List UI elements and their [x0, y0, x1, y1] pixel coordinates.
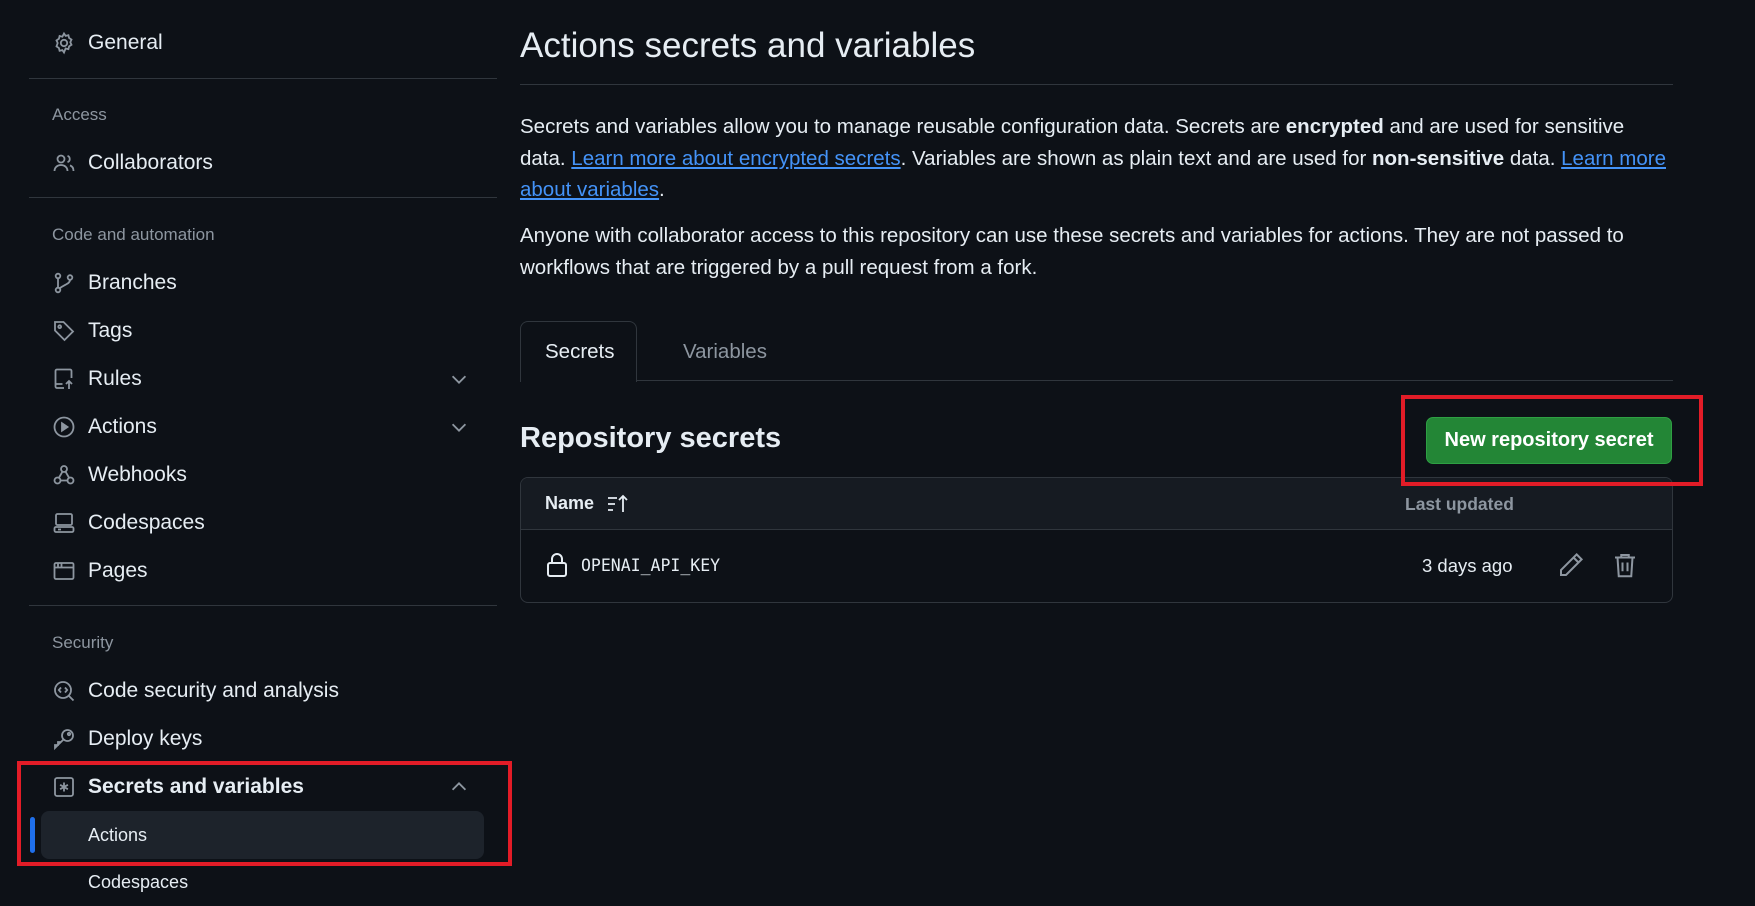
sidebar-item-codespaces[interactable]: Codespaces: [29, 501, 497, 545]
sidebar-subitem-label: Actions: [88, 824, 148, 845]
sidebar-subitem-actions[interactable]: Actions: [41, 811, 484, 859]
desc-text: .: [659, 178, 665, 201]
tab-bar: Secrets Variables: [520, 321, 1673, 382]
sidebar-item-label: General: [88, 31, 163, 54]
sidebar-item-general[interactable]: General: [29, 21, 497, 65]
encrypted-secrets-link[interactable]: Learn more about encrypted secrets: [571, 147, 900, 170]
page-title: Actions secrets and variables: [520, 26, 976, 65]
section-heading-code-automation: Code and automation: [52, 225, 215, 244]
lock-icon: [545, 552, 569, 578]
secrets-table: Name Last updated OPENAI_API_KEY 3 days …: [520, 477, 1673, 603]
sidebar-divider: [29, 197, 497, 198]
sidebar-item-secrets-and-variables[interactable]: Secrets and variables: [29, 765, 497, 809]
sidebar-item-collaborators[interactable]: Collaborators: [29, 141, 497, 185]
codescan-icon: [51, 678, 77, 704]
collaborator-note: Anyone with collaborator access to this …: [520, 224, 1624, 279]
sidebar-subitem-label: Codespaces: [88, 871, 189, 892]
chevron-down-icon[interactable]: [448, 368, 470, 390]
tab-variables[interactable]: Variables: [659, 321, 791, 382]
webhook-icon: [51, 462, 77, 488]
sort-ascending-icon[interactable]: [606, 492, 630, 516]
browser-icon: [51, 558, 77, 584]
sidebar-item-label: Webhooks: [88, 463, 187, 486]
desc-text: data.: [1504, 146, 1562, 170]
play-icon: [51, 414, 77, 440]
active-indicator: [30, 817, 35, 853]
sidebar-item-webhooks[interactable]: Webhooks: [29, 453, 497, 497]
secret-last-updated: 3 days ago: [1422, 555, 1513, 576]
sidebar-item-label: Tags: [88, 319, 133, 342]
trash-icon[interactable]: [1610, 550, 1640, 580]
sidebar-divider: [29, 78, 497, 79]
description-paragraph: Secrets and variables allow you to manag…: [520, 111, 1673, 206]
key-icon: [51, 726, 77, 752]
repo-push-icon: [51, 366, 77, 392]
section-heading-access: Access: [52, 105, 107, 124]
sidebar-item-label: Code security and analysis: [88, 679, 339, 702]
branch-icon: [51, 270, 77, 296]
chevron-up-icon[interactable]: [448, 776, 470, 798]
settings-sidebar: General Access Collaborators Code and au…: [29, 0, 497, 892]
sidebar-item-label: Actions: [88, 415, 157, 438]
repository-secrets-heading: Repository secrets: [520, 422, 782, 454]
desc-bold: non-sensitive: [1372, 146, 1505, 170]
tab-secrets[interactable]: Secrets: [520, 321, 637, 382]
sidebar-item-label: Branches: [88, 271, 177, 294]
sidebar-item-tags[interactable]: Tags: [29, 309, 497, 353]
sidebar-item-rules[interactable]: Rules: [29, 357, 497, 401]
sidebar-item-label: Collaborators: [88, 151, 213, 174]
new-repository-secret-button[interactable]: New repository secret: [1426, 417, 1672, 464]
sidebar-subitem-codespaces[interactable]: Codespaces: [41, 858, 484, 906]
column-header-last-updated: Last updated: [1405, 494, 1514, 514]
sidebar-item-actions[interactable]: Actions: [29, 405, 497, 449]
sidebar-item-label: Pages: [88, 559, 148, 582]
codespaces-icon: [51, 510, 77, 536]
sidebar-item-label: Rules: [88, 367, 142, 390]
sidebar-item-pages[interactable]: Pages: [29, 549, 497, 593]
table-row: OPENAI_API_KEY 3 days ago: [521, 530, 1672, 602]
people-icon: [51, 150, 77, 176]
chevron-down-icon[interactable]: [448, 416, 470, 438]
desc-text: . Variables are shown as plain text and …: [900, 146, 1373, 170]
sidebar-item-deploy-keys[interactable]: Deploy keys: [29, 717, 497, 761]
sidebar-item-branches[interactable]: Branches: [29, 261, 497, 305]
sidebar-item-label: Deploy keys: [88, 727, 203, 750]
column-header-name[interactable]: Name: [545, 493, 594, 514]
secret-name: OPENAI_API_KEY: [581, 556, 721, 575]
title-divider: [520, 84, 1673, 85]
sidebar-item-code-security[interactable]: Code security and analysis: [29, 669, 497, 713]
asterisk-box-icon: [51, 774, 77, 800]
tag-icon: [51, 318, 77, 344]
desc-text: Secrets and variables allow you to manag…: [520, 115, 1286, 138]
gear-icon: [51, 30, 77, 56]
sidebar-divider: [29, 605, 497, 606]
desc-bold: encrypted: [1285, 115, 1384, 138]
pencil-icon[interactable]: [1556, 550, 1586, 580]
section-heading-security: Security: [52, 633, 114, 652]
sidebar-item-label: Secrets and variables: [88, 775, 304, 798]
table-header: Name Last updated: [521, 478, 1672, 530]
sidebar-item-label: Codespaces: [88, 511, 205, 534]
